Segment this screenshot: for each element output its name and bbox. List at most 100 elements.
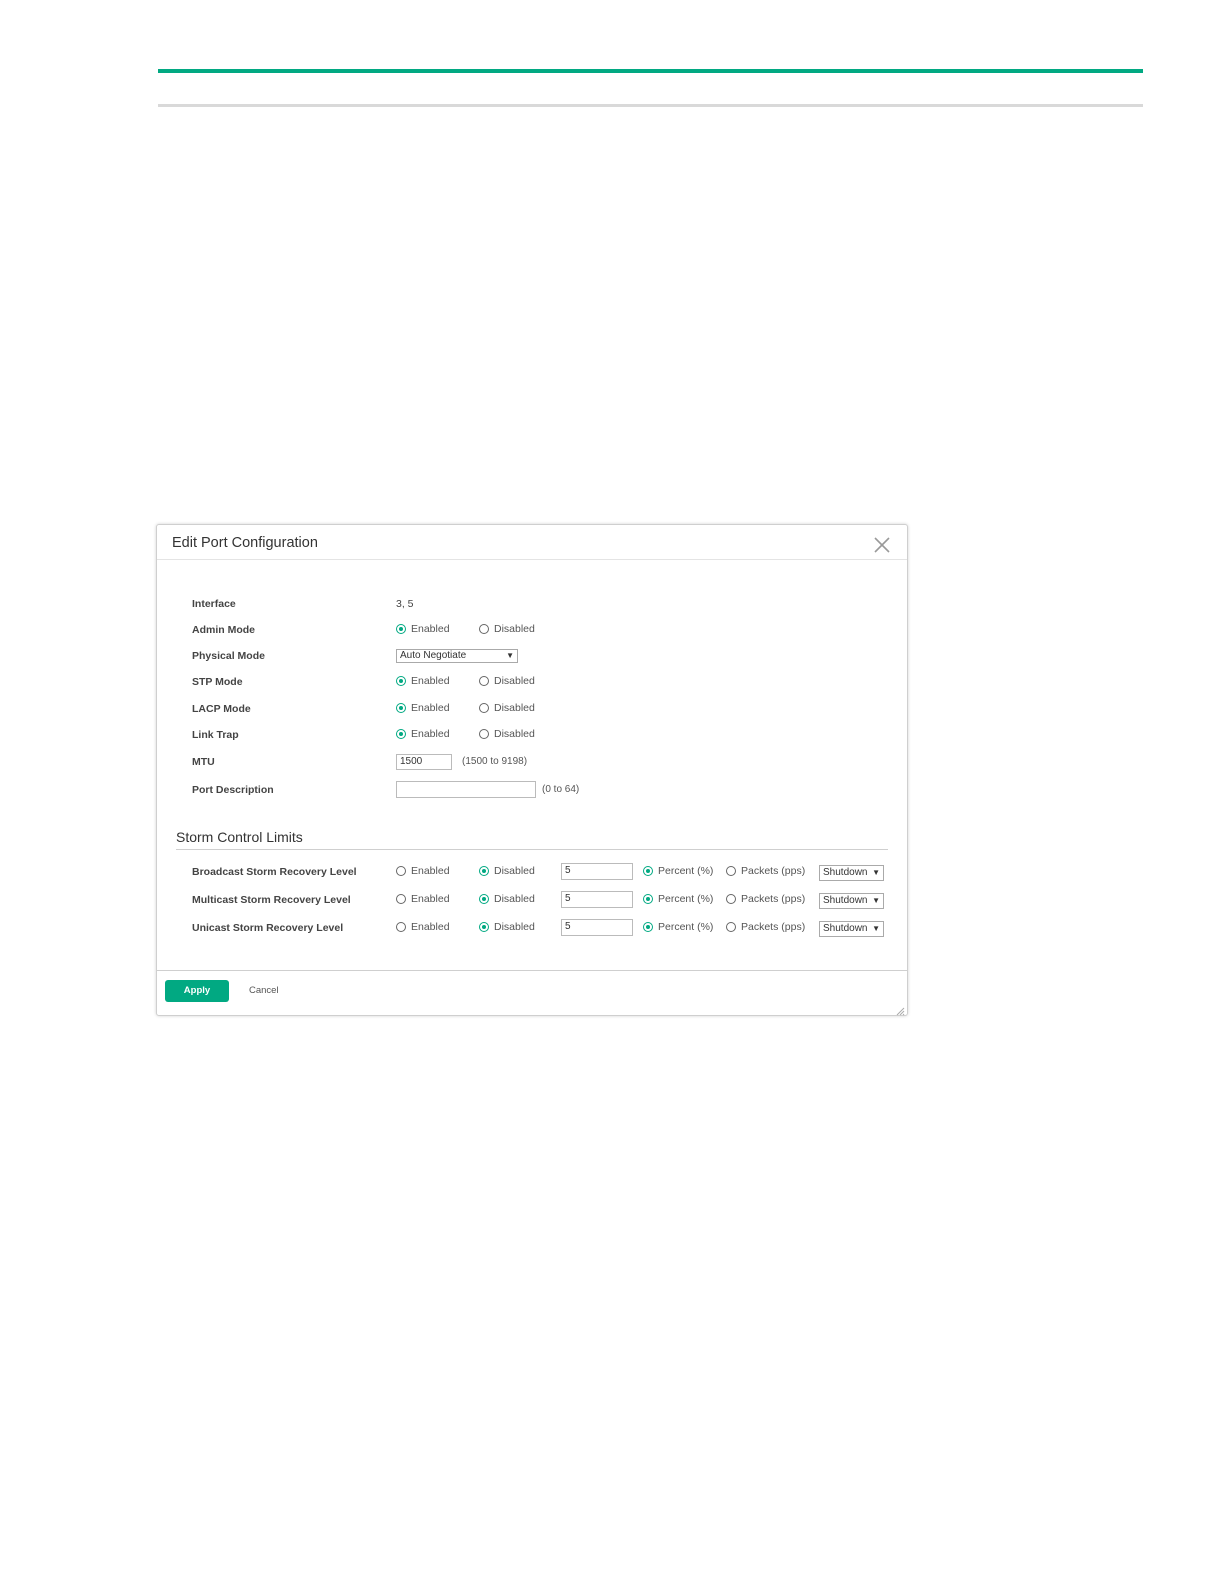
unicast-percent-radio[interactable]: Percent (%): [643, 921, 713, 933]
mtu-range-hint: (1500 to 9198): [462, 756, 528, 767]
header-divider-rule: [158, 104, 1143, 107]
broadcast-action-value: Shutdown: [823, 867, 868, 878]
radio-selected-icon: [479, 922, 489, 932]
unicast-action-value: Shutdown: [823, 923, 868, 934]
radio-unselected-icon: [396, 866, 406, 876]
unicast-level-value: 5: [565, 921, 571, 932]
radio-selected-icon: [396, 729, 406, 739]
radio-selected-icon: [479, 894, 489, 904]
admin-mode-enabled-radio[interactable]: Enabled: [396, 623, 450, 635]
unicast-packets-radio[interactable]: Packets (pps): [726, 921, 805, 933]
radio-unselected-icon: [726, 894, 736, 904]
radio-label: Enabled: [411, 702, 450, 714]
broadcast-action-select[interactable]: Shutdown ▼: [819, 865, 884, 881]
broadcast-enabled-radio[interactable]: Enabled: [396, 865, 450, 877]
admin-mode-row: Admin Mode Enabled Disabled: [192, 621, 892, 641]
multicast-packets-radio[interactable]: Packets (pps): [726, 893, 805, 905]
radio-unselected-icon: [479, 624, 489, 634]
radio-label: Disabled: [494, 865, 535, 877]
radio-label: Disabled: [494, 702, 535, 714]
broadcast-storm-label: Broadcast Storm Recovery Level: [192, 866, 357, 878]
physical-mode-label: Physical Mode: [192, 650, 265, 662]
unicast-action-select[interactable]: Shutdown ▼: [819, 921, 884, 937]
stp-mode-disabled-radio[interactable]: Disabled: [479, 675, 535, 687]
port-description-input[interactable]: [396, 781, 536, 798]
interface-row: Interface 3, 5: [192, 595, 892, 615]
multicast-action-select[interactable]: Shutdown ▼: [819, 893, 884, 909]
radio-label: Enabled: [411, 623, 450, 635]
radio-label: Disabled: [494, 893, 535, 905]
radio-label: Enabled: [411, 728, 450, 740]
physical-mode-value: Auto Negotiate: [400, 650, 467, 661]
stp-mode-enabled-radio[interactable]: Enabled: [396, 675, 450, 687]
port-description-row: Port Description (0 to 64): [192, 781, 892, 801]
radio-unselected-icon: [479, 703, 489, 713]
radio-selected-icon: [396, 676, 406, 686]
multicast-percent-radio[interactable]: Percent (%): [643, 893, 713, 905]
storm-row: Unicast Storm Recovery Level Enabled Dis…: [192, 919, 892, 939]
caret-down-icon: ▼: [872, 896, 880, 905]
unicast-level-input[interactable]: 5: [561, 919, 633, 936]
broadcast-packets-radio[interactable]: Packets (pps): [726, 865, 805, 877]
radio-selected-icon: [643, 894, 653, 904]
physical-mode-select[interactable]: Auto Negotiate ▼: [396, 649, 518, 663]
radio-selected-icon: [396, 624, 406, 634]
storm-control-divider: [176, 849, 888, 850]
radio-label: Percent (%): [658, 865, 714, 877]
radio-label: Percent (%): [658, 921, 714, 933]
multicast-level-value: 5: [565, 893, 571, 904]
radio-unselected-icon: [726, 866, 736, 876]
radio-label: Enabled: [411, 865, 450, 877]
radio-unselected-icon: [726, 922, 736, 932]
port-description-length-hint: (0 to 64): [542, 784, 580, 795]
radio-label: Packets (pps): [741, 921, 806, 933]
caret-down-icon: ▼: [872, 868, 880, 877]
storm-row: Broadcast Storm Recovery Level Enabled D…: [192, 863, 892, 883]
unicast-disabled-radio[interactable]: Disabled: [479, 921, 535, 933]
multicast-enabled-radio[interactable]: Enabled: [396, 893, 450, 905]
radio-unselected-icon: [396, 894, 406, 904]
radio-label: Disabled: [494, 623, 535, 635]
mtu-value: 1500: [400, 756, 423, 767]
multicast-level-input[interactable]: 5: [561, 891, 633, 908]
link-trap-disabled-radio[interactable]: Disabled: [479, 728, 535, 740]
apply-button[interactable]: Apply: [165, 980, 229, 1002]
unicast-enabled-radio[interactable]: Enabled: [396, 921, 450, 933]
radio-label: Disabled: [494, 675, 535, 687]
multicast-action-value: Shutdown: [823, 895, 868, 906]
interface-value: 3, 5: [396, 598, 414, 610]
radio-selected-icon: [479, 866, 489, 876]
radio-label: Packets (pps): [741, 893, 806, 905]
header-accent-rule: [158, 69, 1143, 73]
radio-selected-icon: [643, 922, 653, 932]
lacp-mode-label: LACP Mode: [192, 703, 251, 715]
radio-label: Enabled: [411, 675, 450, 687]
broadcast-disabled-radio[interactable]: Disabled: [479, 865, 535, 877]
physical-mode-row: Physical Mode Auto Negotiate ▼: [192, 647, 892, 667]
multicast-disabled-radio[interactable]: Disabled: [479, 893, 535, 905]
radio-label: Enabled: [411, 921, 450, 933]
dialog-header: Edit Port Configuration: [157, 525, 907, 560]
caret-down-icon: ▼: [506, 651, 514, 660]
caret-down-icon: ▼: [872, 924, 880, 933]
mtu-label: MTU: [192, 756, 215, 768]
radio-unselected-icon: [479, 676, 489, 686]
mtu-input[interactable]: 1500: [396, 754, 452, 770]
storm-row: Multicast Storm Recovery Level Enabled D…: [192, 891, 892, 911]
admin-mode-label: Admin Mode: [192, 624, 255, 636]
link-trap-label: Link Trap: [192, 729, 239, 741]
resize-grip-icon[interactable]: [895, 1003, 905, 1016]
multicast-storm-label: Multicast Storm Recovery Level: [192, 894, 351, 906]
lacp-mode-disabled-radio[interactable]: Disabled: [479, 702, 535, 714]
radio-unselected-icon: [396, 922, 406, 932]
broadcast-level-input[interactable]: 5: [561, 863, 633, 880]
close-icon[interactable]: [871, 534, 893, 556]
admin-mode-disabled-radio[interactable]: Disabled: [479, 623, 535, 635]
cancel-button[interactable]: Cancel: [249, 985, 279, 996]
link-trap-enabled-radio[interactable]: Enabled: [396, 728, 450, 740]
radio-label: Disabled: [494, 921, 535, 933]
port-description-label: Port Description: [192, 784, 274, 796]
broadcast-percent-radio[interactable]: Percent (%): [643, 865, 713, 877]
lacp-mode-enabled-radio[interactable]: Enabled: [396, 702, 450, 714]
footer-divider: [157, 970, 907, 971]
